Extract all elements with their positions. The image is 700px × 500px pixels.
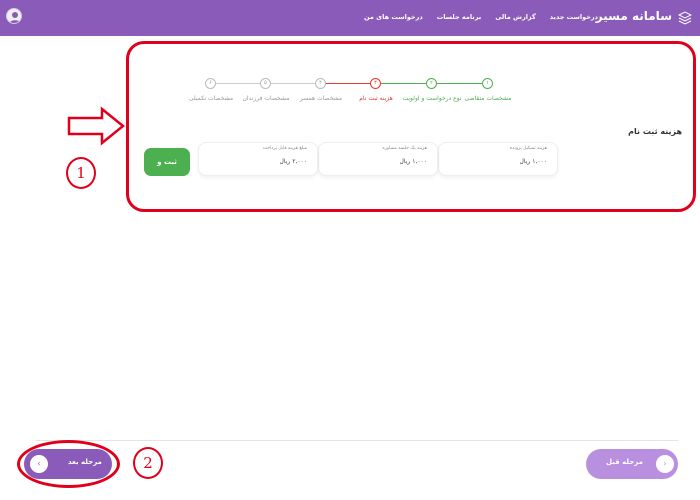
step-5-dot[interactable]: ۵ xyxy=(260,78,271,89)
chevron-right-icon: › xyxy=(656,455,674,473)
section-title: هزینه ثبت نام xyxy=(628,127,682,136)
fee-value: ۲,۰۰۰ ریال xyxy=(279,158,307,165)
step-1-dot[interactable]: ۱ xyxy=(482,78,493,89)
footer-divider xyxy=(36,440,678,441)
annotation-ellipse xyxy=(17,440,120,488)
step-2-dot[interactable]: ۲ xyxy=(426,78,437,89)
annotation-arrow-icon xyxy=(67,106,125,146)
fee-card-file: هزینه تشکیل پرونده ۱,۰۰۰ ریال xyxy=(438,142,558,176)
stepper-connector xyxy=(320,83,376,84)
step-4-dot[interactable]: ۴ xyxy=(315,78,326,89)
fee-label: هزینه تشکیل پرونده xyxy=(509,146,547,151)
nav-item-new-request[interactable]: درخواست جدید xyxy=(550,13,598,21)
stepper-connector xyxy=(376,83,432,84)
step-6-dot[interactable]: ۶ xyxy=(205,78,216,89)
stepper-connector xyxy=(210,83,265,84)
step-3-dot[interactable]: ۳ xyxy=(370,78,381,89)
fee-value: ۱,۰۰۰ ریال xyxy=(519,158,547,165)
stepper-connector xyxy=(265,83,320,84)
brand-title: سامانه مسیر xyxy=(595,9,672,23)
nav-item-meetings[interactable]: برنامه جلسات xyxy=(437,13,482,21)
fee-label: هزینه یک جلسه مشاوره xyxy=(382,146,427,151)
top-navbar: سامانه مسیر درخواست های من برنامه جلسات … xyxy=(0,0,700,36)
user-avatar-icon[interactable] xyxy=(6,8,22,24)
annotation-highlight-box xyxy=(126,41,696,212)
annotation-marker-1: 1 xyxy=(66,157,96,189)
fee-card-total: مبلغ هزینه قابل پرداخت ۲,۰۰۰ ریال xyxy=(198,142,318,176)
layers-logo-icon xyxy=(677,10,693,25)
fee-card-session: هزینه یک جلسه مشاوره ۱,۰۰۰ ریال xyxy=(318,142,438,176)
step-6-label: مشخصات تکمیلی xyxy=(188,95,234,102)
app-page: سامانه مسیر درخواست های من برنامه جلسات … xyxy=(0,0,700,500)
nav-item-financial-report[interactable]: گزارش مالی xyxy=(495,13,536,21)
fee-label: مبلغ هزینه قابل پرداخت xyxy=(262,146,307,151)
progress-stepper: ۱ مشخصات متقاضی ۲ نوع درخواست و اولویت ۳… xyxy=(189,73,512,113)
nav-item-my-requests[interactable]: درخواست های من xyxy=(364,13,423,21)
fee-value: ۱,۰۰۰ ریال xyxy=(399,158,427,165)
main-nav: درخواست های من برنامه جلسات گزارش مالی د… xyxy=(364,13,598,21)
previous-step-button[interactable]: مرحله قبل › xyxy=(586,449,678,479)
previous-step-label: مرحله قبل xyxy=(606,458,643,466)
annotation-marker-2: 2 xyxy=(133,447,163,479)
stepper-connector xyxy=(432,83,482,84)
submit-and-pay-button[interactable]: ثبت و پرداخت xyxy=(144,148,190,194)
